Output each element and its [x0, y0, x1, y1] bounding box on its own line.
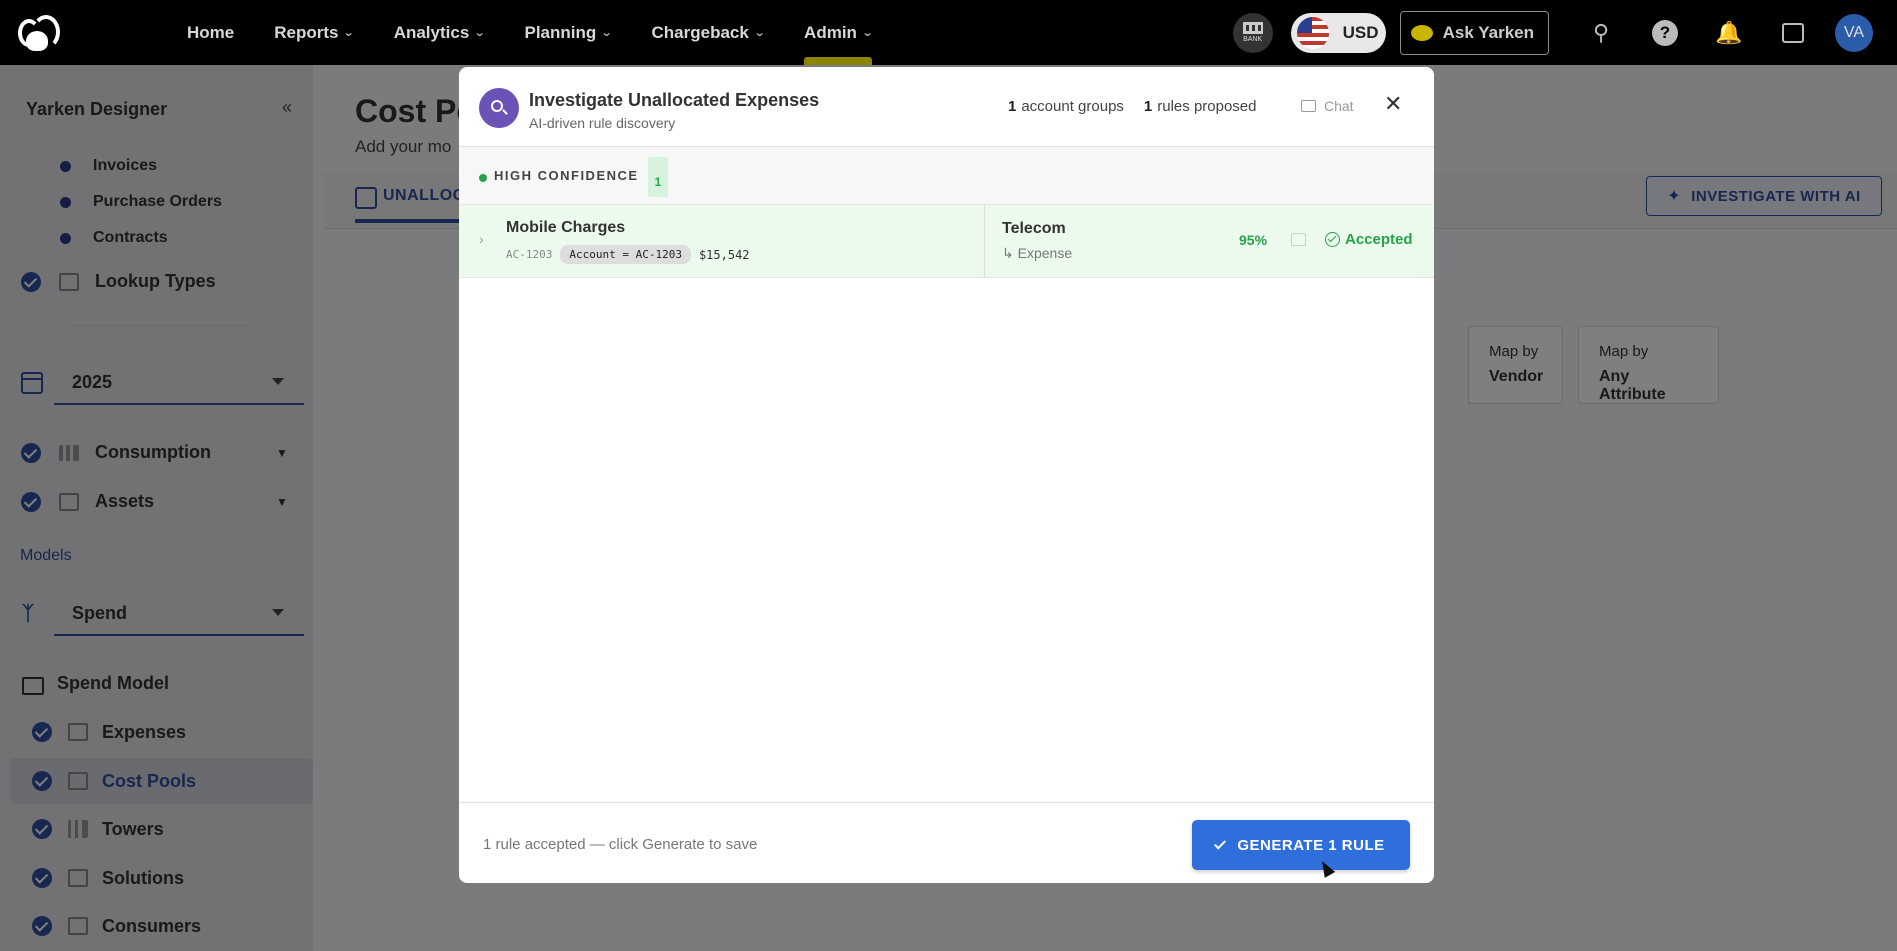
chat-icon: [1301, 100, 1316, 112]
check-circle-icon: [1325, 232, 1340, 247]
nav-analytics[interactable]: Analytics ⌄: [394, 0, 486, 65]
ask-yarken-button[interactable]: Ask Yarken: [1399, 10, 1549, 55]
rule-amount: $15,542: [698, 247, 750, 262]
modal-title: Investigate Unallocated Expenses: [529, 90, 820, 110]
us-flag-icon: [1296, 16, 1329, 49]
bank-icon[interactable]: BANK: [1232, 12, 1273, 53]
modal-subtitle: AI-driven rule discovery: [529, 115, 676, 131]
account-groups-stat: 1 account groups: [1008, 98, 1124, 115]
search-icon: [479, 88, 519, 128]
high-confidence-section: HIGH CONFIDENCE 1: [459, 147, 1434, 205]
modal-header: Investigate Unallocated Expenses AI-driv…: [459, 67, 1434, 147]
inbox-icon[interactable]: [1761, 0, 1825, 65]
search-icon[interactable]: ⚲: [1569, 0, 1633, 65]
section-label: HIGH CONFIDENCE: [494, 168, 639, 183]
rule-row[interactable]: › Mobile Charges AC-1203 Account = AC-12…: [459, 205, 1434, 278]
nav-chargeback[interactable]: Chargeback ⌄: [652, 0, 766, 65]
target-parent: ↳ Expense: [1002, 245, 1073, 261]
chat-button[interactable]: Chat: [1301, 98, 1354, 114]
main-menu: Home Reports ⌄ Analytics ⌄ Planning ⌄ Charg…: [187, 0, 912, 65]
bell-icon[interactable]: 🔔: [1697, 0, 1761, 65]
account-code: AC-1203: [506, 248, 553, 261]
nav-admin[interactable]: Admin ⌄: [804, 0, 874, 65]
comment-icon[interactable]: [1291, 233, 1306, 246]
chevron-down-icon: ⌄: [753, 27, 766, 39]
top-nav: Home Reports ⌄ Analytics ⌄ Planning ⌄ Charg…: [0, 0, 1897, 65]
investigate-modal: Investigate Unallocated Expenses AI-driv…: [459, 67, 1434, 883]
footer-text: 1 rule accepted — click Generate to save: [483, 836, 758, 853]
avatar[interactable]: VA: [1835, 13, 1873, 52]
chevron-down-icon: ⌄: [600, 27, 613, 39]
section-count-badge: 1: [648, 157, 668, 197]
rules-proposed-stat: 1 rules proposed: [1143, 98, 1257, 115]
chevron-down-icon: ⌄: [473, 27, 486, 39]
chevron-down-icon: ⌄: [343, 27, 356, 39]
chevron-down-icon: ⌄: [861, 27, 874, 39]
currency-selector[interactable]: USD: [1290, 12, 1386, 53]
yarken-logo[interactable]: [18, 13, 64, 53]
target-name: Telecom: [1002, 220, 1066, 237]
rule-meta: AC-1203 Account = AC-1203 $15,542: [506, 245, 750, 264]
confidence-value: 95%: [1239, 232, 1268, 248]
ai-icon: [1410, 24, 1433, 41]
check-icon: [1214, 836, 1227, 850]
modal-stats: 1 account groups 1 rules proposed: [1008, 98, 1277, 115]
currency-label: USD: [1342, 22, 1379, 42]
nav-home[interactable]: Home: [187, 0, 234, 65]
status-badge[interactable]: Accepted: [1325, 231, 1413, 248]
chevron-right-icon[interactable]: ›: [479, 231, 484, 247]
generate-rule-button[interactable]: GENERATE 1 RULE: [1192, 820, 1410, 870]
rule-name: Mobile Charges: [506, 219, 626, 236]
help-icon[interactable]: ?: [1633, 0, 1697, 65]
nav-reports[interactable]: Reports ⌄: [274, 0, 356, 65]
condition-chip: Account = AC-1203: [560, 245, 691, 264]
status-dot: [479, 174, 487, 182]
divider: [984, 205, 985, 278]
close-icon[interactable]: ✕: [1384, 91, 1402, 117]
nav-planning[interactable]: Planning ⌄: [525, 0, 613, 65]
modal-footer: 1 rule accepted — click Generate to save…: [459, 802, 1434, 883]
